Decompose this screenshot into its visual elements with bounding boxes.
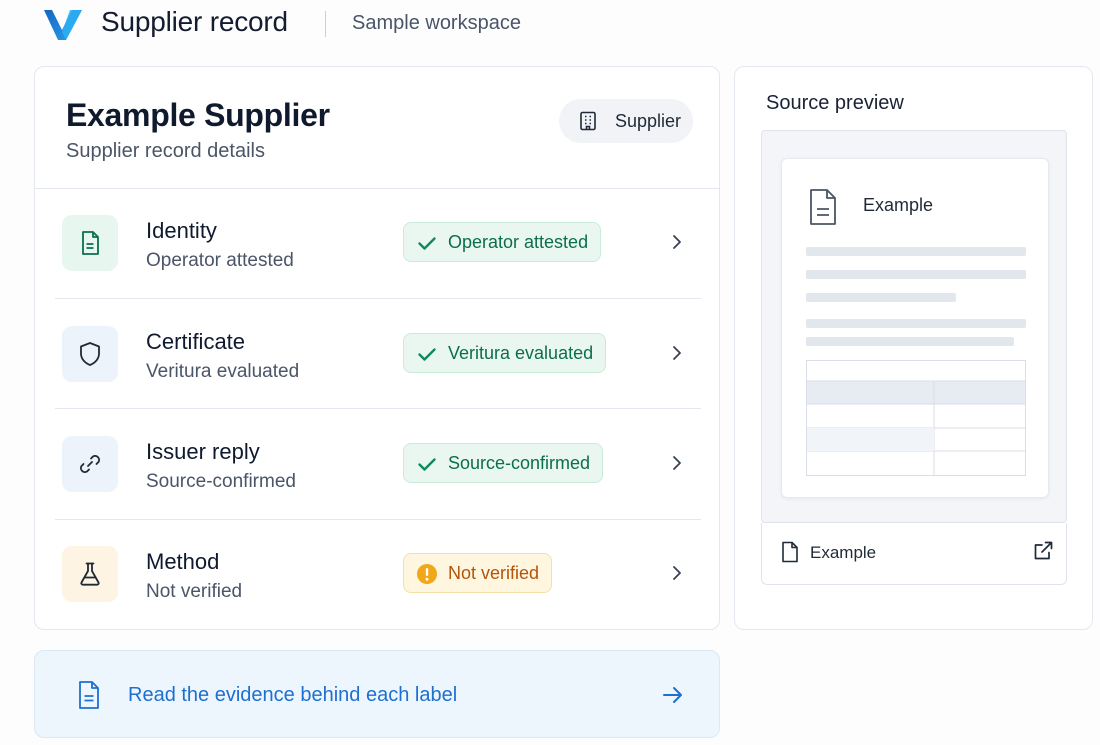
certificate-icon-tile (62, 326, 118, 382)
document-icon (82, 231, 99, 255)
supplier-card: Example Supplier Supplier record details… (34, 66, 720, 630)
status-badge-label: Operator attested (448, 232, 589, 252)
row-subtitle: Not verified (146, 581, 243, 602)
document-thumbnail: Example (781, 158, 1049, 498)
table-placeholder (806, 360, 1026, 476)
identity-icon-tile (62, 215, 118, 271)
chevron-right-icon[interactable] (667, 453, 687, 473)
shield-icon (80, 342, 100, 366)
warning-icon (417, 564, 437, 584)
status-badge: Source-confirmed (403, 443, 604, 483)
evidence-row-identity[interactable]: Identity Operator attested Operator atte… (35, 188, 719, 298)
row-subtitle: Veritura evaluated (146, 361, 300, 382)
supplier-name: Example Supplier (66, 97, 330, 133)
row-title: Identity (146, 218, 217, 243)
preview-footer[interactable]: Example (761, 523, 1067, 585)
text-line-placeholder (806, 319, 1026, 328)
status-badge: Operator attested (403, 222, 602, 262)
row-subtitle: Operator attested (146, 250, 294, 271)
status-badge: Veritura evaluated (403, 333, 607, 373)
flask-icon (80, 562, 100, 586)
check-icon (418, 348, 436, 361)
top-bar: Supplier record Sample workspace (0, 0, 1100, 50)
arrow-right-icon[interactable] (661, 685, 685, 705)
row-subtitle: Source-confirmed (146, 471, 296, 492)
chevron-right-icon[interactable] (667, 232, 687, 252)
source-preview-card: Source preview Example Example (734, 66, 1093, 630)
supplier-type-label: Supplier (615, 111, 682, 131)
status-badge-label: Source-confirmed (448, 453, 591, 473)
text-line-placeholder (806, 293, 956, 302)
document-icon (810, 189, 836, 225)
supplier-subtitle: Supplier record details (66, 140, 265, 162)
status-badge: Not verified (403, 553, 553, 593)
issuer-reply-icon-tile (62, 436, 118, 492)
supplier-type-chip[interactable]: Supplier (559, 99, 693, 143)
check-icon (418, 237, 436, 250)
chevron-right-icon[interactable] (667, 343, 687, 363)
check-icon (418, 458, 436, 471)
text-line-placeholder (806, 337, 1014, 346)
row-title: Certificate (146, 329, 246, 354)
link-icon (80, 455, 100, 473)
preview-frame[interactable]: Example (761, 130, 1067, 523)
status-badge-label: Veritura evaluated (448, 343, 594, 363)
evidence-link-label[interactable]: Read the evidence behind each label (128, 684, 457, 707)
external-link-icon[interactable] (1032, 540, 1054, 562)
chevron-right-icon[interactable] (667, 563, 687, 583)
evidence-link-card[interactable]: Read the evidence behind each label (34, 650, 720, 738)
v-logo-icon[interactable] (42, 6, 84, 42)
document-icon (79, 681, 99, 709)
method-icon-tile (62, 546, 118, 602)
header-separator (325, 11, 326, 37)
file-icon (782, 541, 798, 563)
text-line-placeholder (806, 270, 1026, 279)
evidence-row-method[interactable]: Method Not verified Not verified (35, 519, 719, 629)
row-title: Issuer reply (146, 439, 260, 464)
app-title: Supplier record (101, 6, 288, 37)
building-icon (580, 111, 596, 131)
document-title: Example (863, 195, 934, 215)
evidence-row-issuer-reply[interactable]: Issuer reply Source-confirmed Source-con… (35, 409, 719, 519)
workspace-name[interactable]: Sample workspace (352, 12, 521, 35)
preview-title: Source preview (766, 92, 904, 114)
evidence-row-certificate[interactable]: Certificate Veritura evaluated Veritura … (35, 299, 719, 409)
source-file-name: Example (810, 543, 877, 562)
status-badge-label: Not verified (448, 563, 540, 583)
text-line-placeholder (806, 247, 1026, 256)
row-title: Method (146, 549, 220, 574)
